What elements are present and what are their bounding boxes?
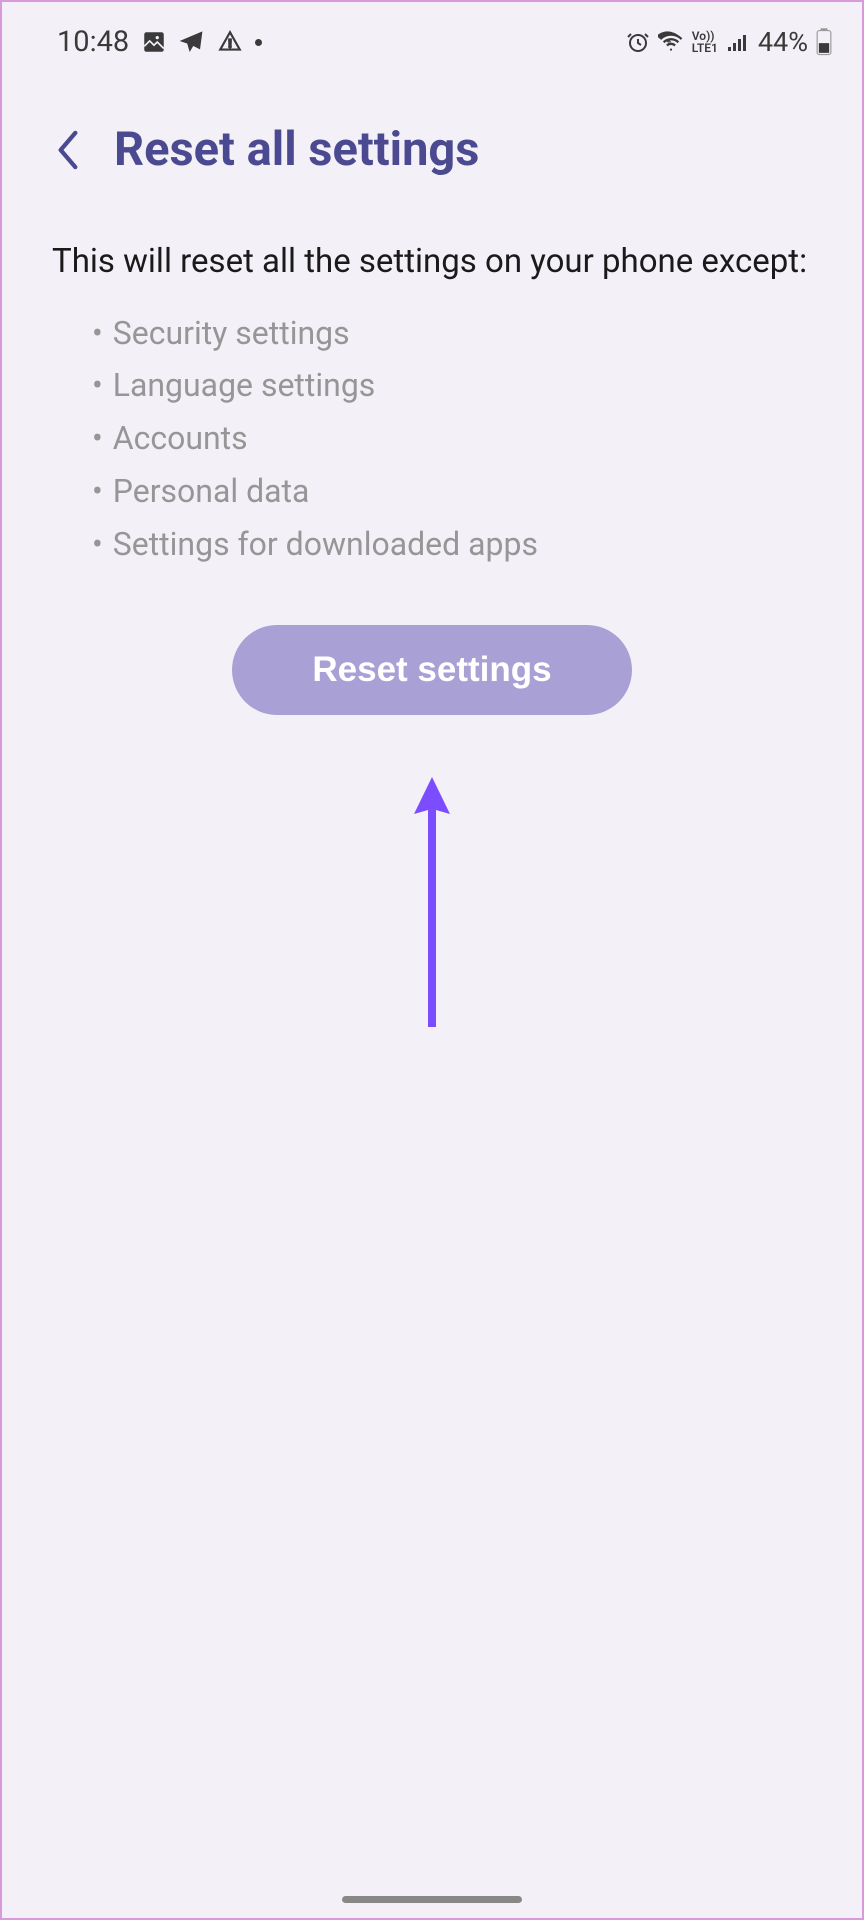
navigation-indicator[interactable] — [342, 1896, 522, 1903]
drive-icon: ! — [217, 29, 243, 55]
signal-icon — [726, 31, 750, 53]
annotation-arrow-icon — [402, 772, 462, 1036]
back-button[interactable] — [52, 128, 84, 172]
page-header: Reset all settings — [2, 72, 862, 207]
telegram-icon — [179, 29, 205, 55]
status-bar-right: Vo)) LTE1 44% — [626, 26, 832, 58]
status-bar-left: 10:48 ! — [57, 25, 262, 59]
gallery-icon — [141, 29, 167, 55]
reset-description: This will reset all the settings on your… — [2, 207, 862, 297]
exception-item: Security settings — [92, 307, 812, 360]
reset-settings-button[interactable]: Reset settings — [232, 625, 631, 715]
exception-item: Accounts — [92, 412, 812, 465]
page-title: Reset all settings — [114, 122, 479, 177]
alarm-icon — [626, 30, 650, 54]
svg-text:!: ! — [229, 37, 232, 50]
battery-percent: 44% — [758, 26, 808, 58]
more-notifications-dot — [255, 39, 262, 46]
exception-item: Personal data — [92, 465, 812, 518]
status-bar: 10:48 ! Vo)) LTE1 44% — [2, 2, 862, 72]
button-container: Reset settings — [2, 600, 862, 740]
exception-item: Language settings — [92, 359, 812, 412]
exception-list: Security settings Language settings Acco… — [2, 297, 862, 601]
exception-item: Settings for downloaded apps — [92, 518, 812, 571]
volte-icon: Vo)) LTE1 — [692, 30, 718, 54]
battery-icon — [816, 28, 832, 56]
wifi-icon — [658, 31, 684, 53]
status-time: 10:48 — [57, 25, 129, 59]
